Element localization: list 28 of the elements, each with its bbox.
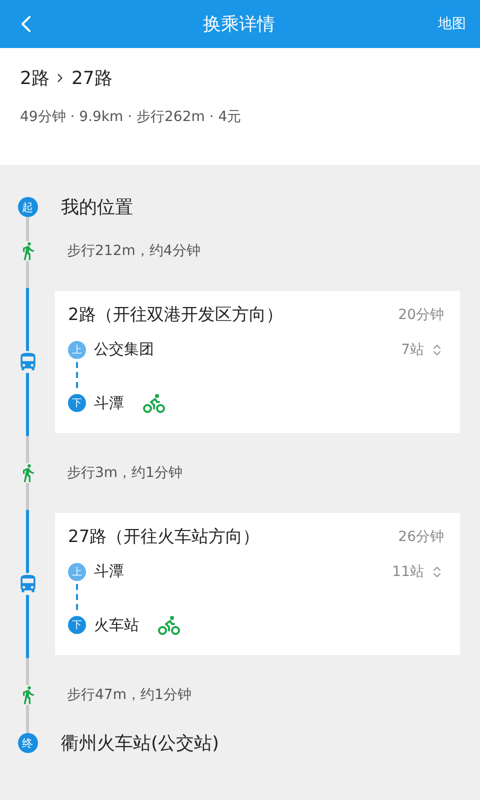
bus-line: 27路（开往火车站方向） [68, 526, 260, 548]
route-line: 2路 [20, 67, 50, 90]
route-line: 27路 [71, 67, 112, 90]
walk-info: 步行212m，约4分钟 [66, 242, 200, 260]
place-name: 衢州火车站(公交站) [60, 732, 220, 755]
trip-summary: 49分钟 · 9.9km · 步行262m · 4元 [20, 108, 242, 126]
board-badge: 上 [68, 340, 86, 358]
bicycle-icon [142, 391, 166, 415]
place-name: 我的位置 [60, 196, 133, 219]
ride-duration: 26分钟 [398, 528, 444, 546]
bicycle-icon [157, 613, 181, 637]
stop-name: 火车站 [94, 616, 139, 634]
end-marker: 终 [18, 733, 38, 753]
stop-name: 公交集团 [94, 340, 154, 359]
alight-badge: 下 [68, 616, 86, 634]
map-button[interactable]: 地图 [438, 15, 466, 33]
start-marker: 起 [18, 197, 38, 217]
stop-name: 斗潭 [94, 562, 124, 581]
stop-count: 11站 [392, 562, 424, 580]
page-title: 换乘详情 [203, 13, 275, 36]
stop-count: 7站 [401, 340, 424, 358]
walk-info: 步行47m，约1分钟 [66, 686, 192, 704]
ride-duration: 20分钟 [398, 306, 444, 324]
board-badge: 上 [68, 562, 86, 580]
stop-name: 斗潭 [94, 394, 124, 412]
bus-line: 2路（开往双港开发区方向） [68, 304, 283, 326]
walk-info: 步行3m，约1分钟 [66, 464, 182, 482]
alight-badge: 下 [68, 394, 86, 412]
